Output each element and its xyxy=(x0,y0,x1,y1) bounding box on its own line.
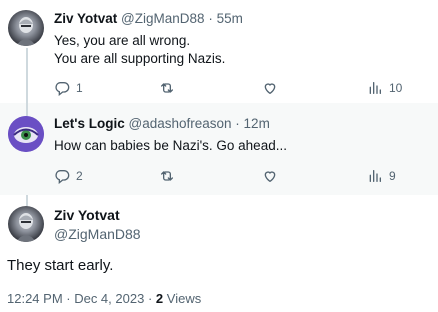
tweet-actions: 2 9 xyxy=(54,166,414,186)
reply-tweet-2[interactable]: Let's Logic @adashofreason · 12m How can… xyxy=(0,103,438,195)
thread-line xyxy=(26,103,28,116)
views-button[interactable]: 9 xyxy=(367,166,396,186)
tweet-meta: 12:24 PM · Dec 4, 2023 · 2 Views xyxy=(7,291,201,306)
reply-count: 1 xyxy=(76,81,83,95)
separator: · xyxy=(147,291,153,306)
tweet-text: They start early. xyxy=(7,257,114,274)
tweet-text-line: You are all supporting Nazis. xyxy=(54,51,226,66)
views-count: 2 xyxy=(155,291,164,306)
separator: · xyxy=(235,116,240,131)
reply-button[interactable]: 1 xyxy=(54,78,83,98)
reply-icon xyxy=(55,82,70,96)
retweet-button[interactable] xyxy=(159,78,175,98)
avatar[interactable] xyxy=(8,10,44,46)
author-handle[interactable]: @ZigManD88 xyxy=(121,11,205,26)
author-handle[interactable]: @adashofreason xyxy=(128,116,231,131)
views-count: 10 xyxy=(389,81,403,95)
avatar[interactable] xyxy=(8,116,44,152)
views-label: Views xyxy=(166,291,202,306)
retweet-button[interactable] xyxy=(159,166,175,186)
author-name[interactable]: Let's Logic xyxy=(54,116,125,131)
author-handle[interactable]: @ZigManD88 xyxy=(54,226,141,242)
thread-line xyxy=(26,48,28,103)
tweet-actions: 1 10 xyxy=(54,78,414,98)
tweet-timestamp[interactable]: 12:24 PM · Dec 4, 2023 xyxy=(7,291,144,306)
views-icon xyxy=(369,82,381,94)
views-button[interactable]: 10 xyxy=(367,78,402,98)
like-button[interactable] xyxy=(262,166,278,186)
tweet-text-line: Yes, you are all wrong. xyxy=(54,33,191,48)
like-icon xyxy=(264,171,276,182)
author-name[interactable]: Ziv Yotvat xyxy=(54,11,117,26)
like-icon xyxy=(264,83,276,94)
tweet-text: How can babies be Nazi's. Go ahead... xyxy=(54,138,287,153)
reply-button[interactable]: 2 xyxy=(54,166,83,186)
tweet-text: Yes, you are all wrong. You are all supp… xyxy=(54,32,225,68)
retweet-icon xyxy=(161,83,173,93)
tweet-header: Let's Logic @adashofreason · 12m xyxy=(54,116,270,131)
main-tweet: Ziv Yotvat @ZigManD88 They start early. … xyxy=(0,195,438,312)
views-icon xyxy=(369,170,381,182)
author-name[interactable]: Ziv Yotvat xyxy=(54,207,120,223)
views-count: 9 xyxy=(389,169,396,183)
avatar[interactable] xyxy=(8,206,44,242)
reply-tweet-1[interactable]: Ziv Yotvat @ZigManD88 · 55m Yes, you are… xyxy=(0,0,438,103)
retweet-icon xyxy=(161,171,173,181)
tweet-header: Ziv Yotvat @ZigManD88 · 55m xyxy=(54,11,243,26)
reply-icon xyxy=(55,170,70,184)
reply-count: 2 xyxy=(76,169,83,183)
separator: · xyxy=(208,11,213,26)
tweet-time[interactable]: 55m xyxy=(217,11,243,26)
tweet-time[interactable]: 12m xyxy=(244,116,270,131)
like-button[interactable] xyxy=(262,78,278,98)
